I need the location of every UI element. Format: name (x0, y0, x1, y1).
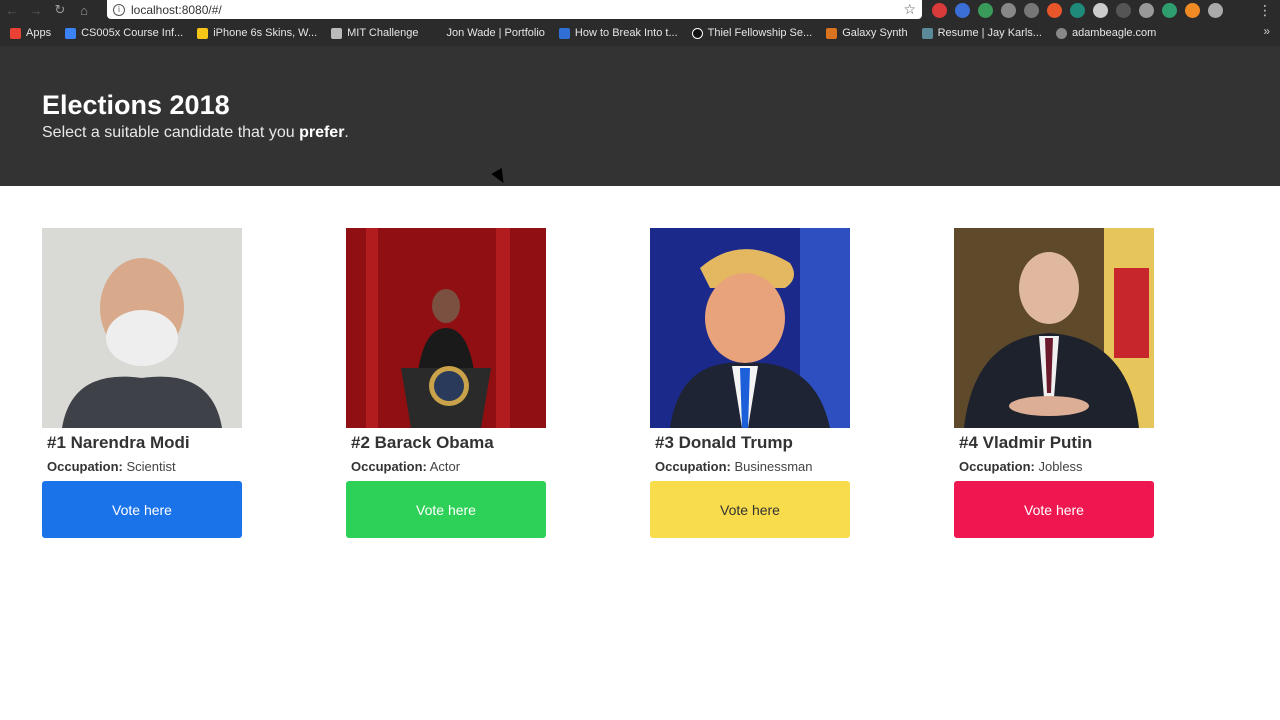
candidate-name: #1 Narendra Modi (47, 433, 190, 452)
vote-button[interactable]: Vote here (42, 481, 242, 538)
candidate-occupation: Occupation: Scientist (47, 459, 176, 474)
candidate-photo (650, 228, 850, 428)
bookmark-favicon-icon (65, 27, 77, 39)
address-bar[interactable]: i localhost:8080/#/ ☆ (107, 0, 922, 19)
candidate-occupation: Occupation: Businessman (655, 459, 813, 474)
more-bookmarks-icon[interactable]: » (1263, 24, 1270, 38)
bookmark-item[interactable]: iPhone 6s Skins, W... (197, 27, 317, 39)
bookmark-item[interactable]: Resume | Jay Karls... (921, 27, 1042, 39)
bookmark-favicon-icon (197, 27, 209, 39)
candidate-occupation: Occupation: Actor (351, 459, 461, 474)
bookmark-item[interactable]: Galaxy Synth (826, 27, 908, 39)
extension-icon[interactable] (1070, 2, 1085, 18)
bookmark-item[interactable]: adambeagle.com (1055, 27, 1156, 39)
bookmark-favicon-icon (558, 27, 570, 39)
bookmarks-bar: Apps CS005x Course Inf... iPhone 6s Skin… (0, 20, 1280, 46)
bookmark-item[interactable]: CS005x Course Inf... (65, 27, 183, 39)
bookmark-favicon-icon (1055, 27, 1067, 39)
home-icon[interactable]: ⌂ (72, 0, 96, 20)
candidate-name: #3 Donald Trump (655, 433, 793, 452)
bookmark-item[interactable]: How to Break Into t... (558, 27, 678, 39)
extension-icon[interactable] (1001, 2, 1016, 18)
browser-menu-icon[interactable]: ⋮ (1258, 2, 1272, 19)
extension-icon[interactable] (1208, 2, 1223, 18)
candidate-portrait (954, 228, 1154, 428)
apps-icon (10, 27, 21, 39)
bookmark-favicon-icon (826, 27, 838, 39)
bookmark-item[interactable]: MIT Challenge (331, 27, 418, 39)
extension-icon[interactable] (1185, 2, 1200, 18)
candidate-card: #3 Donald Trump Occupation: Businessman … (650, 228, 850, 538)
candidate-name: #4 Vladmir Putin (959, 433, 1093, 452)
page-subtitle: Select a suitable candidate that you pre… (42, 124, 349, 141)
vote-button[interactable]: Vote here (346, 481, 546, 538)
extension-icon[interactable] (932, 2, 947, 18)
bookmark-star-icon[interactable]: ☆ (903, 1, 916, 18)
bookmark-favicon-icon (921, 27, 933, 39)
candidate-photo (954, 228, 1154, 428)
bookmark-item[interactable]: Apps (10, 27, 51, 39)
candidate-photo (42, 228, 242, 428)
bookmark-item[interactable]: Thiel Fellowship Se... (691, 27, 812, 39)
forward-icon[interactable]: → (24, 0, 48, 20)
extension-icon[interactable] (1047, 2, 1062, 18)
candidate-card: #2 Barack Obama Occupation: Actor Vote h… (346, 228, 546, 538)
reload-icon[interactable]: ↻ (48, 0, 72, 20)
extension-icon[interactable] (955, 2, 970, 18)
bookmark-favicon-icon (691, 27, 703, 39)
bookmark-favicon-icon (331, 27, 343, 39)
candidate-portrait (62, 258, 222, 428)
page-header: Elections 2018 Select a suitable candida… (0, 46, 1280, 186)
vote-button[interactable]: Vote here (650, 481, 850, 538)
extension-icon[interactable] (1162, 2, 1177, 18)
candidate-card: #4 Vladmir Putin Occupation: Jobless Vot… (954, 228, 1154, 538)
bookmark-item[interactable]: Jon Wade | Portfolio (446, 27, 544, 39)
candidate-portrait (650, 228, 850, 428)
extension-icon[interactable] (978, 2, 993, 18)
candidate-name: #2 Barack Obama (351, 433, 494, 452)
back-icon[interactable]: ← (0, 0, 24, 20)
candidate-portrait (346, 228, 546, 428)
vote-button[interactable]: Vote here (954, 481, 1154, 538)
info-icon[interactable]: i (113, 3, 125, 16)
candidate-photo (346, 228, 546, 428)
address-url[interactable]: localhost:8080/#/ (131, 3, 222, 17)
extension-icon[interactable] (1093, 2, 1108, 18)
extension-icon[interactable] (1139, 2, 1154, 18)
extension-icon[interactable] (1116, 2, 1131, 18)
extension-icon[interactable] (1024, 2, 1039, 18)
candidate-card: #1 Narendra Modi Occupation: Scientist V… (42, 228, 242, 538)
extensions-bar (932, 0, 1223, 20)
page-title: Elections 2018 (42, 90, 230, 120)
candidate-occupation: Occupation: Jobless (959, 459, 1083, 474)
